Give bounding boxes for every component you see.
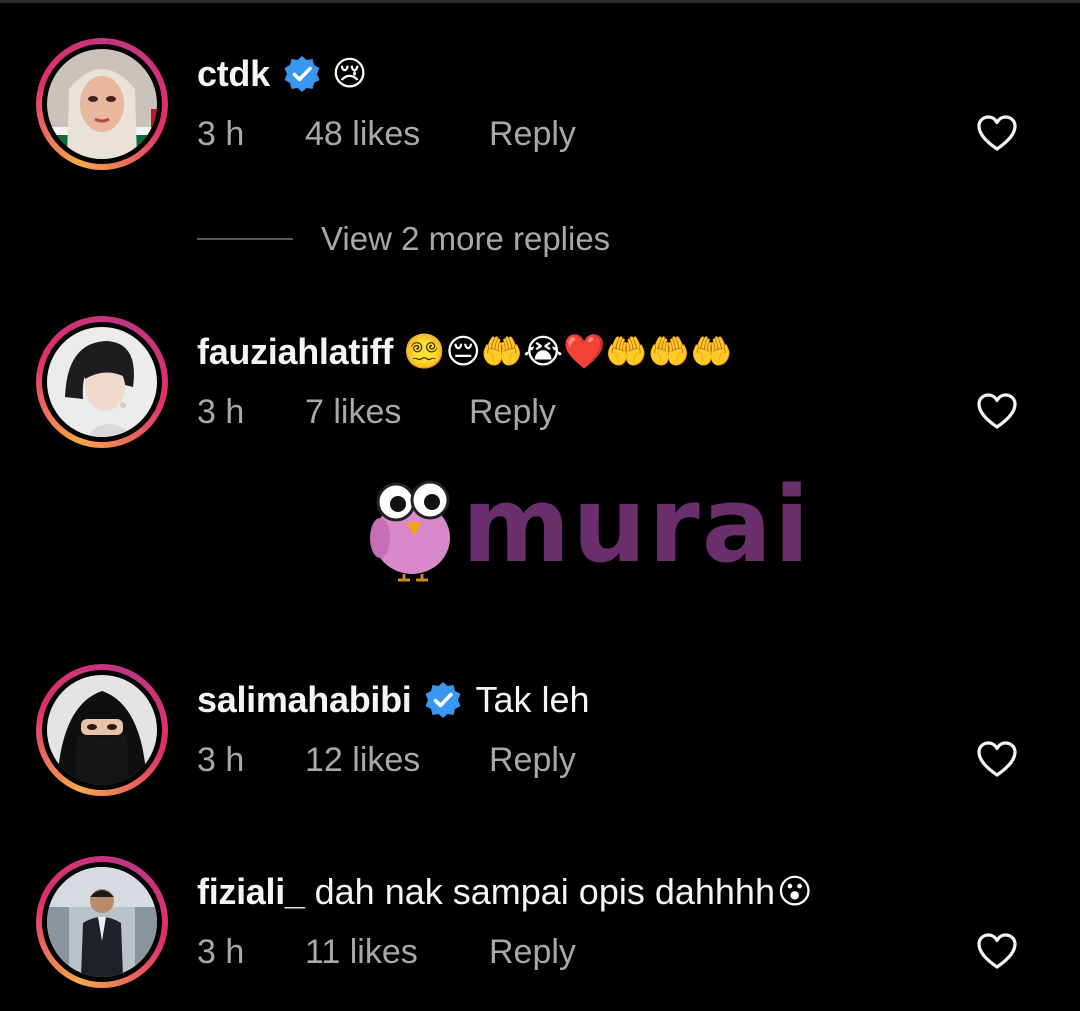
like-heart-icon[interactable]	[976, 740, 1018, 778]
palms-up-emoji: 🤲	[690, 332, 733, 372]
comments-screen: ctdk 😢 3 h 48 likes Reply View 2 more re…	[0, 0, 1080, 1011]
view-more-replies[interactable]: View 2 more replies	[197, 220, 610, 258]
view-more-replies-label[interactable]: View 2 more replies	[321, 220, 610, 258]
replies-divider	[197, 238, 293, 240]
comment-time: 3 h	[197, 393, 245, 431]
palms-up-emoji: 🤲	[605, 332, 648, 372]
likes-count[interactable]: 7 likes	[305, 392, 469, 432]
comment-text: Tak leh	[475, 679, 590, 720]
username[interactable]: fiziali_	[197, 870, 305, 914]
comment-emojis: 😵‍💫 😔 🤲 😭 ❤️ 🤲 🤲 🤲	[403, 332, 732, 372]
likes-count[interactable]: 11 likes	[305, 932, 489, 972]
reply-button[interactable]: Reply	[469, 392, 556, 432]
loudly-crying-face-emoji: 😭	[523, 332, 563, 372]
username[interactable]: salimahabibi	[197, 678, 412, 722]
murai-watermark: murai	[366, 470, 810, 586]
avatar[interactable]	[36, 664, 168, 796]
comment-emojis: 😢	[332, 54, 367, 94]
woman-hijab-avatar-icon	[47, 49, 157, 159]
verified-badge-icon	[284, 56, 320, 92]
comment-time: 3 h	[197, 933, 245, 971]
reply-button[interactable]: Reply	[489, 114, 576, 154]
comment-item: salimahabibi Tak leh 3 h 12 likes Reply	[0, 664, 1080, 804]
comment-time: 3 h	[197, 741, 245, 779]
comment-meta: 3 h 7 likes Reply	[197, 392, 556, 432]
likes-count[interactable]: 48 likes	[305, 114, 489, 154]
woman-short-hair-avatar-icon	[47, 327, 157, 437]
like-heart-icon[interactable]	[976, 392, 1018, 430]
comment-item: fauziahlatiff 😵‍💫 😔 🤲 😭 ❤️ 🤲 🤲 🤲 3 h 7 l…	[0, 316, 1080, 456]
reply-button[interactable]: Reply	[489, 740, 576, 780]
palms-up-emoji: 🤲	[647, 332, 691, 372]
comment-emojis: 😮	[777, 872, 812, 912]
dizzy-face-emoji: 😵‍💫	[403, 332, 446, 372]
comment-meta: 3 h 11 likes Reply	[197, 932, 576, 972]
comment-text: dah nak sampai opis dahhhh	[314, 871, 775, 912]
likes-count[interactable]: 12 likes	[305, 740, 489, 780]
comment-meta: 3 h 48 likes Reply	[197, 114, 576, 154]
avatar[interactable]	[36, 316, 168, 448]
pensive-face-emoji: 😔	[445, 332, 481, 372]
watermark-text: murai	[462, 464, 812, 586]
red-heart-emoji: ❤️	[562, 332, 606, 372]
crying-face-emoji: 😢	[331, 54, 368, 94]
reply-button[interactable]: Reply	[489, 932, 576, 972]
verified-badge-icon	[425, 682, 461, 718]
palms-up-emoji: 🤲	[480, 332, 524, 372]
avatar[interactable]	[36, 856, 168, 988]
astonished-face-emoji: 😮	[776, 872, 813, 912]
comment-item: ctdk 😢 3 h 48 likes Reply	[0, 38, 1080, 178]
woman-niqab-avatar-icon	[47, 675, 157, 785]
like-heart-icon[interactable]	[976, 932, 1018, 970]
top-divider	[0, 0, 1080, 3]
avatar[interactable]	[36, 38, 168, 170]
like-heart-icon[interactable]	[976, 114, 1018, 152]
man-suit-avatar-icon	[47, 867, 157, 977]
comment-item: fiziali_ dah nak sampai opis dahhhh 😮 3 …	[0, 856, 1080, 996]
username[interactable]: fauziahlatiff	[197, 330, 393, 374]
username[interactable]: ctdk	[197, 52, 270, 96]
comment-time: 3 h	[197, 115, 245, 153]
comment-meta: 3 h 12 likes Reply	[197, 740, 576, 780]
